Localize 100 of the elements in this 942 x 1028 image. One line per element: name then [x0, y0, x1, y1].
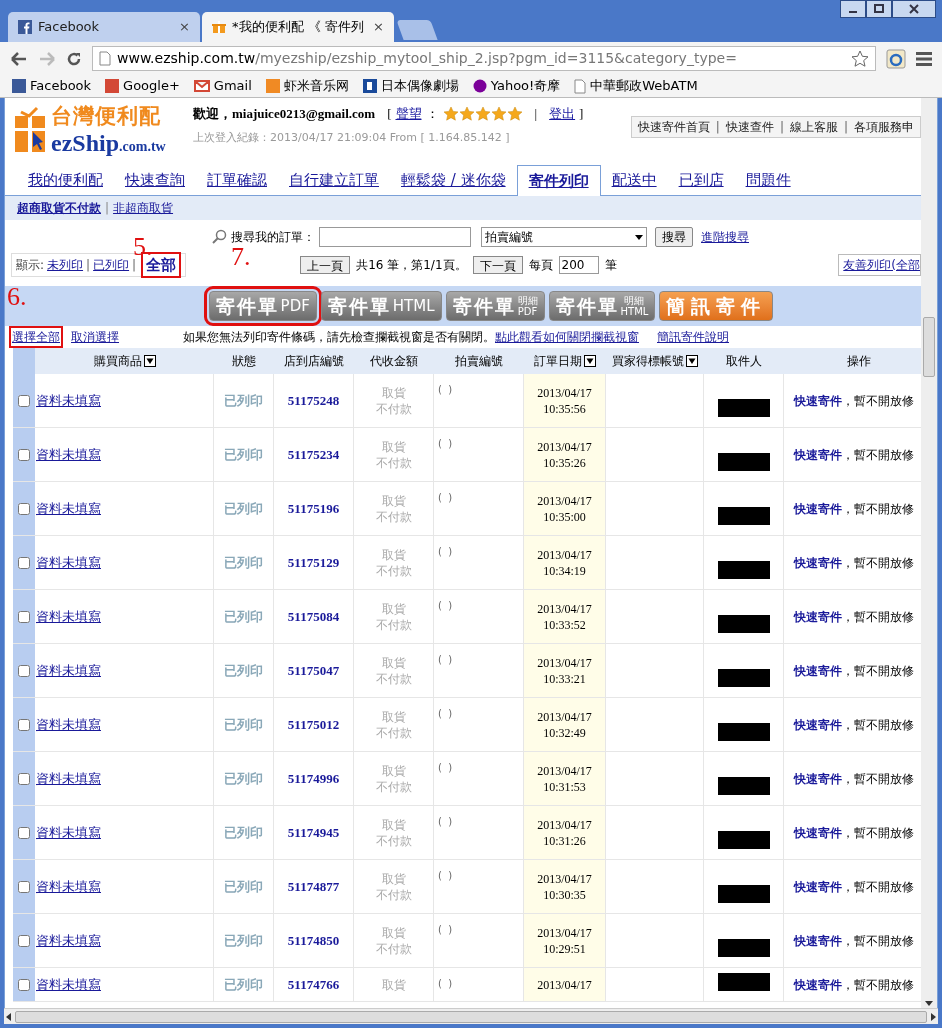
sms-help-link[interactable]: 簡訊寄件說明: [657, 328, 729, 346]
bookmark-link[interactable]: Facebook: [12, 76, 92, 96]
per-page-field[interactable]: 200: [558, 256, 599, 274]
row-checkbox[interactable]: [18, 394, 30, 407]
product-link[interactable]: 資料未填寫: [36, 876, 101, 897]
quick-ship-link[interactable]: 快速寄件: [794, 391, 842, 410]
bookmark-link[interactable]: 中華郵政WebATM: [574, 76, 698, 96]
top-link[interactable]: 各項服務申: [854, 118, 914, 136]
order-number: 51175196: [287, 499, 340, 518]
sub-tab[interactable]: 超商取貨不付款: [17, 199, 101, 217]
browser-tab[interactable]: Facebook ×: [8, 12, 200, 42]
separator-text: |: [86, 257, 91, 274]
minimize-button[interactable]: [840, 0, 866, 18]
filter-option[interactable]: 未列印: [47, 256, 84, 274]
row-checkbox[interactable]: [18, 718, 30, 731]
row-checkbox[interactable]: [18, 880, 30, 893]
top-link[interactable]: 快速查件: [725, 118, 774, 136]
row-checkbox[interactable]: [18, 934, 30, 947]
nav-tab[interactable]: 已到店: [667, 165, 735, 195]
quick-ship-link[interactable]: 快速寄件: [794, 445, 842, 464]
select-all-link[interactable]: 選擇全部: [9, 326, 63, 348]
product-link[interactable]: 資料未填寫: [36, 822, 101, 843]
product-link[interactable]: 資料未填寫: [36, 498, 101, 519]
sort-dropdown-icon: [584, 355, 596, 367]
nav-tab[interactable]: 配送中: [600, 165, 668, 195]
maximize-icon: [874, 4, 884, 14]
quick-ship-link[interactable]: 快速寄件: [794, 769, 842, 788]
nav-tab[interactable]: 快速查詢: [114, 165, 196, 195]
bookmark-link[interactable]: 虾米音乐网: [265, 76, 349, 96]
quick-ship-link[interactable]: 快速寄件: [794, 975, 842, 994]
nav-tab[interactable]: 訂單確認: [196, 165, 278, 195]
product-link[interactable]: 資料未填寫: [36, 974, 101, 995]
next-page-button[interactable]: 下一頁: [472, 256, 523, 274]
search-type-dropdown[interactable]: 拍賣編號: [481, 227, 647, 247]
tab-close-button[interactable]: ×: [179, 17, 190, 37]
quick-ship-link[interactable]: 快速寄件: [794, 607, 842, 626]
vertical-scrollbar[interactable]: [921, 98, 937, 1008]
bookmark-link[interactable]: 日本偶像劇場: [362, 76, 459, 96]
product-link[interactable]: 資料未填寫: [36, 930, 101, 951]
quick-ship-link[interactable]: 快速寄件: [794, 823, 842, 842]
filter-option[interactable]: 已列印: [93, 256, 130, 274]
nav-tab[interactable]: 輕鬆袋 / 迷你袋: [390, 165, 517, 195]
product-link[interactable]: 資料未填寫: [36, 390, 101, 411]
horizontal-scrollbar[interactable]: [4, 1008, 938, 1024]
product-link[interactable]: 資料未填寫: [36, 444, 101, 465]
bookmark-link[interactable]: Yahoo!奇摩: [472, 76, 561, 96]
column-header: 狀態: [232, 353, 256, 370]
per-page-label: 每頁: [528, 257, 553, 274]
tab-close-button[interactable]: ×: [373, 17, 384, 37]
friendly-print-link[interactable]: 友善列印(全部: [838, 254, 921, 276]
quick-ship-link[interactable]: 快速寄件: [794, 499, 842, 518]
product-link[interactable]: 資料未填寫: [36, 660, 101, 681]
browser-tab[interactable]: *我的便利配 《 寄件列 ×: [202, 12, 394, 42]
product-link[interactable]: 資料未填寫: [36, 552, 101, 573]
close-button[interactable]: [892, 0, 936, 18]
product-link[interactable]: 資料未填寫: [36, 714, 101, 735]
bookmark-link[interactable]: Google+: [105, 76, 180, 96]
quick-ship-link[interactable]: 快速寄件: [794, 661, 842, 680]
row-checkbox[interactable]: [18, 556, 30, 569]
address-bar[interactable]: www.ezship.com.tw/myezship/ezship_mytool_ship_2.jsp?pgm_id=3115&category_type=: [92, 46, 876, 71]
top-link[interactable]: 快速寄件首頁: [637, 118, 710, 136]
bookmark-icon: [265, 79, 280, 93]
scrollbar-thumb[interactable]: [923, 316, 935, 377]
maximize-button[interactable]: [866, 0, 892, 18]
row-checkbox[interactable]: [18, 502, 30, 515]
row-checkbox[interactable]: [18, 664, 30, 677]
deselect-link[interactable]: 取消選擇: [71, 328, 119, 346]
new-tab-button[interactable]: [396, 20, 438, 40]
product-link[interactable]: 資料未填寫: [36, 606, 101, 627]
notice-link[interactable]: 點此觀看如何關閉攔截視窗: [495, 328, 639, 346]
separator-text: |: [534, 105, 538, 123]
quick-ship-link[interactable]: 快速寄件: [794, 715, 842, 734]
row-checkbox[interactable]: [18, 978, 30, 991]
separator-text: |: [843, 119, 848, 136]
nav-tab[interactable]: 寄件列印: [516, 165, 601, 196]
row-checkbox[interactable]: [18, 772, 30, 785]
tab-title: Facebook: [38, 18, 101, 37]
scrollbar-thumb[interactable]: [15, 1010, 927, 1023]
nav-tab[interactable]: 自行建立訂單: [278, 165, 390, 195]
row-checkbox[interactable]: [18, 448, 30, 461]
advanced-search-link[interactable]: 進階搜尋: [701, 228, 749, 246]
search-field[interactable]: [319, 227, 471, 247]
row-checkbox[interactable]: [18, 610, 30, 623]
date-text: 2013/04/17: [537, 870, 592, 887]
search-button[interactable]: 搜尋: [655, 227, 693, 247]
bookmark-icon: [574, 78, 587, 94]
nav-tab[interactable]: 問題件: [734, 165, 802, 195]
reputation-link[interactable]: 聲望: [395, 104, 422, 124]
quick-ship-link[interactable]: 快速寄件: [794, 877, 842, 896]
product-link[interactable]: 資料未填寫: [36, 768, 101, 789]
row-checkbox[interactable]: [18, 826, 30, 839]
prev-page-button[interactable]: 上一頁: [300, 256, 351, 274]
site-logo[interactable]: 台灣便利配 ezShip.com.tw: [13, 104, 191, 166]
logout-link[interactable]: 登出: [549, 104, 576, 124]
quick-ship-link[interactable]: 快速寄件: [794, 931, 842, 950]
quick-ship-link[interactable]: 快速寄件: [794, 553, 842, 572]
top-link[interactable]: 線上客服: [789, 118, 838, 136]
sub-tab[interactable]: 非超商取貨: [113, 199, 174, 217]
bookmark-link[interactable]: Gmail: [193, 76, 252, 96]
nav-tab[interactable]: 我的便利配: [17, 165, 114, 195]
